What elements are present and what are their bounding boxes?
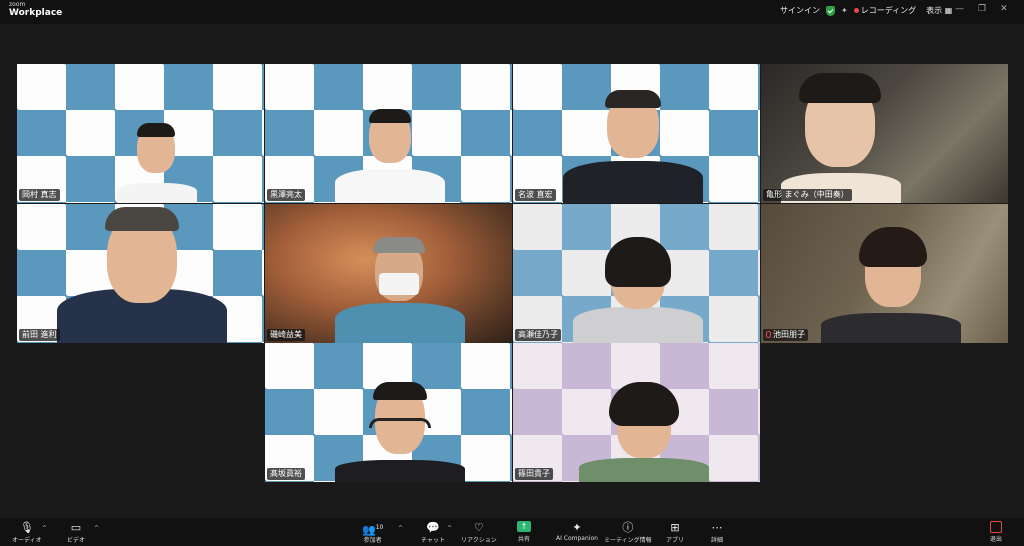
mic-muted-icon	[766, 331, 771, 338]
participants-label: 参加者	[363, 537, 382, 544]
participants-options-chevron-icon[interactable]: ^	[398, 525, 403, 532]
apps-label: アプリ	[666, 537, 685, 544]
apps-icon: ⊞	[670, 521, 680, 534]
apps-button[interactable]: ⊞ アプリ	[666, 521, 684, 544]
heart-icon: ♡	[473, 521, 484, 534]
sparkle-icon: ✦	[572, 521, 582, 534]
video-tile[interactable]: 磯崎益美	[265, 204, 512, 343]
microphone-icon: 🎙	[19, 521, 34, 534]
meeting-info-label: ミーティング情報	[604, 537, 652, 544]
participant-name: 岡村 真志	[19, 189, 60, 201]
zoom-window: zoom Workplace サインイン ✦ レコーディング 表示 ▦ — ❐ …	[0, 0, 1024, 546]
participant-name-text: 高瀬佳乃子	[518, 330, 558, 339]
participant-name: 高瀬佳乃子	[515, 329, 561, 341]
participant-name-text: 池田朋子	[773, 330, 805, 339]
video-button[interactable]: ▭ ビデオ	[67, 521, 85, 544]
participant-video	[107, 123, 207, 203]
audio-button[interactable]: 🎙 オーディオ	[12, 521, 42, 544]
video-tile[interactable]: 高瀬佳乃子	[513, 204, 760, 343]
participant-video	[335, 237, 465, 343]
participant-video	[573, 235, 703, 343]
chat-button[interactable]: 💬 チャット	[421, 521, 445, 544]
video-camera-icon: ▭	[70, 521, 82, 534]
share-button[interactable]: ↑ 共有	[517, 521, 531, 543]
more-button[interactable]: ⋯ 詳細	[711, 521, 723, 544]
participant-name: 髙坂眞裕	[267, 468, 305, 480]
participant-video	[563, 88, 703, 203]
participant-video	[821, 225, 961, 343]
video-tile-active-speaker[interactable]: 亀形 まぐみ（中田奏）	[761, 64, 1008, 203]
chat-options-chevron-icon[interactable]: ^	[447, 525, 452, 532]
chat-bubble-icon: 💬	[426, 521, 440, 534]
ai-companion-label: AI Companion	[556, 535, 598, 542]
participant-name: 黒澤亮太	[267, 189, 305, 201]
video-gallery: 岡村 真志 黒澤亮太 名波 直宏 亀形 まぐみ（中田奏） 前田 進利 磯崎益美 …	[0, 0, 1024, 546]
participant-count: 10	[375, 524, 384, 531]
video-tile[interactable]: 名波 直宏	[513, 64, 760, 203]
participant-name: 池田朋子	[763, 329, 808, 341]
video-options-chevron-icon[interactable]: ^	[94, 525, 99, 532]
video-tile[interactable]: 髙坂眞裕	[265, 343, 512, 482]
video-tile[interactable]: 岡村 真志	[17, 64, 264, 203]
meeting-info-button[interactable]: ⓘ ミーティング情報	[604, 521, 652, 544]
share-label: 共有	[517, 536, 530, 543]
participant-name: 磯崎益美	[267, 329, 305, 341]
participant-video	[579, 382, 709, 482]
meeting-toolbar: 🎙 オーディオ ^ ▭ ビデオ ^ 👥10 参加者 ^ 💬 チャット ^ ♡ リ…	[0, 518, 1024, 546]
video-tile[interactable]: 黒澤亮太	[265, 64, 512, 203]
share-arrow-icon: ↑	[517, 521, 531, 532]
participant-name: 前田 進利	[19, 329, 60, 341]
audio-label: オーディオ	[12, 537, 42, 544]
participant-name: 篠田貴子	[515, 468, 553, 480]
participants-button[interactable]: 👥10 参加者	[362, 521, 383, 544]
chat-label: チャット	[421, 537, 445, 544]
participant-video	[57, 205, 227, 343]
participant-video	[335, 382, 465, 482]
leave-button[interactable]: 退出	[990, 521, 1002, 543]
ai-companion-button[interactable]: ✦ AI Companion	[556, 521, 598, 542]
more-label: 詳細	[711, 537, 724, 544]
participant-name: 名波 直宏	[515, 189, 556, 201]
participants-icon: 👥10	[362, 523, 384, 537]
audio-options-chevron-icon[interactable]: ^	[42, 525, 47, 532]
reaction-label: リアクション	[461, 537, 497, 544]
more-dots-icon: ⋯	[711, 521, 723, 534]
video-tile[interactable]: 池田朋子	[761, 204, 1008, 343]
reaction-button[interactable]: ♡ リアクション	[461, 521, 497, 544]
participant-name: 亀形 まぐみ（中田奏）	[763, 189, 852, 201]
video-tile[interactable]: 篠田貴子	[513, 343, 760, 482]
video-tile[interactable]: 前田 進利	[17, 204, 264, 343]
participant-video	[781, 69, 901, 203]
participant-video	[335, 105, 445, 203]
leave-door-icon	[990, 521, 1002, 533]
info-icon: ⓘ	[622, 521, 634, 534]
leave-label: 退出	[990, 536, 1003, 543]
video-label: ビデオ	[67, 537, 86, 544]
